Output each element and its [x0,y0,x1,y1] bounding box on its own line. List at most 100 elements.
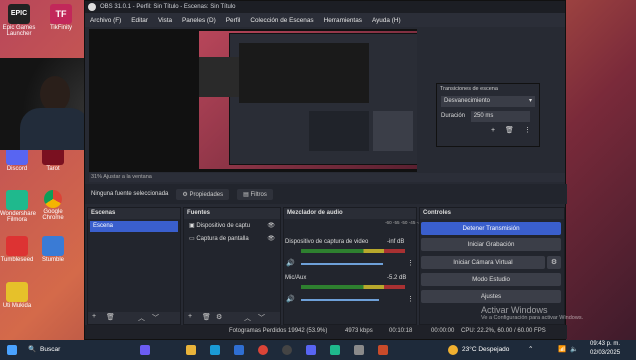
menu-bar: Archivo (F) Editar Vista Paneles (D) Per… [85,13,565,27]
file-explorer-icon[interactable] [186,345,196,355]
remove-source-button[interactable]: 🗑 [202,313,211,321]
obs-logo-icon [88,3,96,11]
menu-file[interactable]: Archivo (F) [90,17,121,24]
eye-icon[interactable]: 👁 [267,234,275,245]
stop-streaming-button[interactable]: Detener Transmisión [421,222,561,235]
volume-slider[interactable] [301,299,379,301]
desktop-icon-filmora[interactable]: Wondershare Filmora [0,190,36,223]
add-transition-button[interactable]: + [491,127,495,134]
zoom-bar: 31% Ajustar a la ventana [89,173,565,182]
sources-dock: Fuentes ▣ Dispositivo de captu 👁 ▭ Captu… [183,207,281,325]
transition-select[interactable]: Desvanecimiento ▾ [441,96,535,107]
eye-icon[interactable]: 👁 [267,221,275,232]
source-toolbar: Ninguna fuente seleccionada ⚙ Propiedade… [85,184,567,204]
menu-view[interactable]: Vista [158,17,172,24]
sources-footer: + 🗑 ⚙ ︿ ﹀ [184,312,280,324]
start-virtual-camera-button[interactable]: Iniciar Cámara Virtual [421,256,545,269]
mixer-menu-icon[interactable]: ⋮ [407,259,414,267]
mixer-channel-db: -5.2 dB [387,275,407,281]
remove-scene-button[interactable]: 🗑 [106,313,115,321]
filters-button[interactable]: ▤ Filtros [237,188,273,200]
filters-label: Filtros [250,191,267,198]
clock-time[interactable]: 09:43 p. m. [590,341,620,347]
store-icon[interactable] [234,345,244,355]
desktop-icon-label: Epic Games Launcher [2,25,36,37]
menu-help[interactable]: Ayuda (H) [372,17,401,24]
taskbar: 🔍 Buscar 23°C Despejado ⌃ 📶 🔈 09:43 p. m… [0,340,636,360]
volume-slider[interactable] [301,263,383,265]
edge-icon[interactable] [210,345,220,355]
studio-mode-button[interactable]: Modo Estudio [421,273,561,286]
mixer-menu-icon[interactable]: ⋮ [407,295,414,303]
windows-start-icon[interactable] [7,345,17,355]
properties-button[interactable]: ⚙ Propiedades [176,188,230,200]
add-scene-button[interactable]: + [92,313,96,320]
menu-docks[interactable]: Paneles (D) [182,17,216,24]
tray-chevron-icon[interactable]: ⌃ [528,345,533,353]
dropped-frames: Fotogramas Perdidos 19942 (53.9%) [229,328,328,334]
scene-up-button[interactable]: ︿ [138,313,145,323]
scenes-footer: + 🗑 ︿ ﹀ [88,312,180,324]
desktop-icon-label: Uti Mukida [2,303,32,309]
desktop-icon-label: Wondershare Filmora [0,211,36,223]
source-item[interactable]: ▣ Dispositivo de captu 👁 [186,221,278,232]
desktop-icon-label: Stumble [41,257,64,263]
add-source-button[interactable]: + [188,313,192,320]
desktop-icon-epic[interactable]: EPIC Epic Games Launcher [2,4,36,37]
source-up-button[interactable]: ︿ [244,313,251,323]
app-taskbar-icon[interactable] [378,345,388,355]
desktop-icon-label: Discord [6,166,28,172]
duration-row: Duración 250 ms [441,111,535,122]
window-title: OBS 31.0.1 - Perfil: Sin Título - Escena… [100,4,236,10]
virtual-camera-settings-icon[interactable]: ⚙ [547,256,561,269]
zoom-label[interactable]: 31% Ajustar a la ventana [91,174,152,180]
obs-window[interactable]: OBS 31.0.1 - Perfil: Sin Título - Escena… [84,0,567,340]
preview-inner-cam [199,57,239,97]
status-bar: Fotogramas Perdidos 19942 (53.9%) 4973 k… [85,325,567,339]
obs-taskbar-icon[interactable] [282,345,292,355]
desktop-icon-stumble[interactable]: Stumble [36,236,70,263]
volume-icon[interactable]: 🔈 [570,345,578,353]
no-source-label: Ninguna fuente seleccionada [91,191,169,197]
duration-input[interactable]: 250 ms [470,111,530,122]
remove-transition-button[interactable]: 🗑 [505,127,514,134]
start-recording-button[interactable]: Iniciar Grabación [421,238,561,251]
scene-transitions-panel: Transiciones de escena Desvanecimiento ▾… [436,83,540,147]
title-bar: OBS 31.0.1 - Perfil: Sin Título - Escena… [85,1,565,13]
sources-title: Fuentes [184,208,280,219]
menu-edit[interactable]: Editar [131,17,148,24]
chrome-taskbar-icon[interactable] [258,345,268,355]
settings-button[interactable]: Ajustes [421,290,561,303]
speaker-icon[interactable]: 🔊 [286,259,295,267]
desktop-icon-chrome[interactable]: Google Chrome [36,190,70,221]
source-down-button[interactable]: ﹀ [258,313,265,323]
duration-label: Duración [441,113,466,119]
stumble-icon [42,236,64,256]
speaker-icon[interactable]: 🔊 [286,295,295,303]
bitrate: 4973 kbps [345,328,373,334]
menu-scene-collection[interactable]: Colección de Escenas [250,17,313,24]
transition-settings-button[interactable]: ⋮ [524,127,531,134]
wifi-icon[interactable]: 📶 [558,345,566,353]
weather-icon [448,345,458,355]
desktop-icon-tumbleseed[interactable]: Tumbleseed [0,236,34,263]
volume-meter [301,285,405,289]
menu-profile[interactable]: Perfil [226,17,241,24]
menu-tools[interactable]: Herramientas [324,17,362,24]
search-label[interactable]: Buscar [40,346,60,353]
preview-canvas[interactable] [89,29,417,172]
copilot-icon[interactable] [140,345,150,355]
app-taskbar-icon[interactable] [354,345,364,355]
discord-taskbar-icon[interactable] [306,345,316,355]
clock-date[interactable]: 02/03/2025 [590,350,620,356]
weather-label[interactable]: 23°C Despejado [462,346,509,353]
desktop-icon-utimukida[interactable]: Uti Mukida [0,282,34,309]
desktop-icon-tikfinity[interactable]: TF TikFinity [44,4,78,31]
scene-item[interactable]: Escena [90,221,178,232]
source-settings-button[interactable]: ⚙ [216,313,222,321]
scene-item-label: Escena [93,223,114,229]
epic-games-icon: EPIC [8,4,30,24]
scene-down-button[interactable]: ﹀ [152,313,159,323]
source-item[interactable]: ▭ Captura de pantalla 👁 [186,234,278,245]
filmora-taskbar-icon[interactable] [330,345,340,355]
